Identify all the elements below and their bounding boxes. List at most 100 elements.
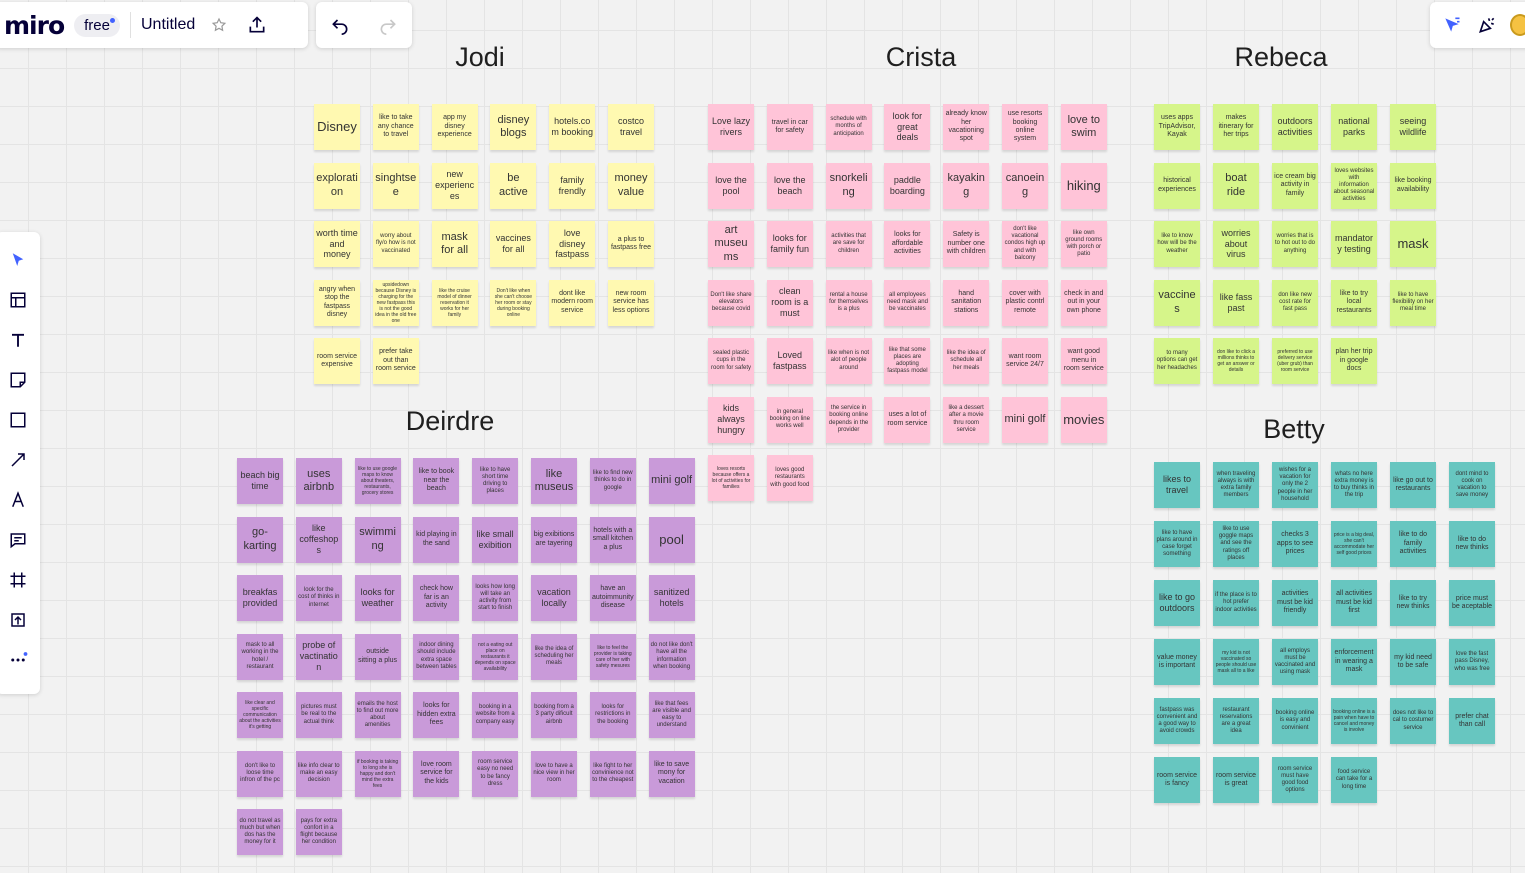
sticky-note[interactable]: makes itinerary for her trips bbox=[1213, 104, 1259, 150]
sticky-note[interactable]: love disney fastpass bbox=[549, 221, 596, 267]
sticky-note[interactable]: outdoors activities bbox=[1272, 104, 1318, 150]
sticky-note[interactable]: kid playing in the sand bbox=[413, 516, 460, 563]
sticky-note[interactable]: movies bbox=[1060, 396, 1107, 443]
connector-icon[interactable] bbox=[2, 444, 34, 476]
sticky-note[interactable]: like to save mony for vacation bbox=[648, 750, 695, 797]
sticky-note[interactable]: indoor dining should include extra space… bbox=[413, 633, 460, 680]
plan-badge[interactable]: free bbox=[74, 13, 120, 37]
sticky-note[interactable]: mandatory testing bbox=[1331, 221, 1377, 267]
sticky-note[interactable]: love room service for the kids bbox=[413, 750, 460, 797]
sticky-note[interactable]: be active bbox=[490, 162, 537, 209]
sticky-note[interactable]: food service can take for a long time bbox=[1331, 757, 1377, 803]
sticky-note[interactable]: don like to click a millions thinks to g… bbox=[1213, 338, 1259, 384]
sticky-note[interactable]: want room service 24/7 bbox=[1002, 338, 1048, 384]
sticky-note[interactable]: price must be aceptable bbox=[1449, 580, 1495, 626]
sticky-note[interactable]: do not like don't have all the informati… bbox=[648, 633, 695, 680]
cluster-title-crista[interactable]: Crista bbox=[886, 42, 957, 73]
sticky-note[interactable]: looks for weather bbox=[354, 575, 401, 621]
sticky-note[interactable]: like that some places are adopting fastp… bbox=[884, 338, 931, 384]
sticky-note[interactable]: probe of vactination bbox=[295, 633, 342, 680]
sticky-note[interactable]: have an autoimmunity disease bbox=[589, 575, 636, 621]
sticky-note[interactable]: love the fast pass Disney, who was free bbox=[1449, 639, 1495, 685]
sticky-note[interactable]: hand sanitation stations bbox=[943, 279, 990, 326]
sticky-note[interactable]: app my disney experience bbox=[431, 104, 478, 150]
cursor-icon[interactable] bbox=[2, 244, 34, 276]
sticky-note[interactable]: snorkeling bbox=[825, 162, 872, 209]
sticky-note[interactable]: to many options can get her headaches bbox=[1154, 338, 1200, 384]
sticky-note[interactable]: angry when stop the fastpass disney bbox=[314, 279, 360, 326]
sticky-note[interactable]: look for the cost of thinks in internet bbox=[295, 575, 342, 621]
board-title[interactable]: Untitled bbox=[141, 16, 195, 34]
sticky-note[interactable]: enforcement in wearing a mask bbox=[1331, 639, 1377, 685]
sticky-note[interactable]: like to have flexibility on her meal tim… bbox=[1390, 279, 1436, 326]
sticky-note[interactable]: like go out to restaurants bbox=[1390, 462, 1436, 508]
sticky-note[interactable]: price is a big deal, she can't accommoda… bbox=[1331, 521, 1377, 567]
sticky-note[interactable]: activities must be kid friendly bbox=[1272, 580, 1318, 626]
sticky-note[interactable]: art museums bbox=[708, 221, 754, 267]
sticky-note[interactable]: not a eating out place on restaurants it… bbox=[472, 633, 519, 680]
sticky-note[interactable]: restaurant reservations are a great idea bbox=[1213, 698, 1259, 744]
sticky-note[interactable]: like fight to her convinience not to the… bbox=[589, 750, 636, 797]
sticky-note[interactable]: money value bbox=[608, 162, 654, 209]
sticky-note[interactable]: Don't like when she can't choose her roo… bbox=[490, 279, 537, 326]
sticky-note[interactable]: go-karting bbox=[237, 516, 283, 563]
sticky-note[interactable]: whats no here extra money is to buy thin… bbox=[1331, 462, 1377, 508]
sticky-note[interactable]: dont mind to cook on vacation to save mo… bbox=[1449, 462, 1495, 508]
sticky-note[interactable]: use resorts booking online system bbox=[1002, 104, 1048, 150]
sticky-note[interactable]: a plus to fastpass free bbox=[608, 221, 654, 267]
sticky-note[interactable]: like a dessert after a movie thru room s… bbox=[943, 396, 990, 443]
sticky-note[interactable]: wishes for a vacation for only the 2 peo… bbox=[1272, 462, 1318, 508]
sticky-note[interactable]: like fass past bbox=[1213, 279, 1259, 326]
sticky-note[interactable]: activities that are save for children bbox=[825, 221, 872, 267]
sticky-note[interactable]: checks 3 apps to see prices bbox=[1272, 521, 1318, 567]
sticky-note[interactable]: uses apps TripAdvisor, Kayak bbox=[1154, 104, 1200, 150]
sticky-note[interactable]: room service is great bbox=[1213, 757, 1259, 803]
sticky-note-icon[interactable] bbox=[2, 364, 34, 396]
star-icon[interactable] bbox=[205, 11, 233, 39]
sticky-note[interactable]: booking online is a pain when have to ca… bbox=[1331, 698, 1377, 744]
sticky-note[interactable]: like to have plans around in case forget… bbox=[1154, 521, 1200, 567]
sticky-note[interactable]: emails the host to find out more about a… bbox=[354, 692, 401, 738]
sticky-note[interactable]: don like new cost rate for fast pass bbox=[1272, 279, 1318, 326]
sticky-note[interactable]: vacation locally bbox=[531, 575, 577, 621]
sticky-note[interactable]: looks for affordable activities bbox=[884, 221, 931, 267]
sticky-note[interactable]: love the beach bbox=[766, 162, 813, 209]
sticky-note[interactable]: costco travel bbox=[608, 104, 654, 150]
sticky-note[interactable]: looks for family fun bbox=[766, 221, 813, 267]
sticky-note[interactable]: worries that is to hot out to do anythin… bbox=[1272, 221, 1318, 267]
sticky-note[interactable]: like to book near the beach bbox=[413, 458, 460, 504]
sticky-note[interactable]: kids always hungry bbox=[708, 396, 754, 443]
sticky-note[interactable]: loves websites with information about se… bbox=[1331, 162, 1377, 209]
cluster-title-rebeca[interactable]: Rebeca bbox=[1234, 42, 1327, 73]
sticky-note[interactable]: check in and out in your own phone bbox=[1060, 279, 1107, 326]
sticky-note[interactable]: mini golf bbox=[648, 458, 695, 504]
sticky-note[interactable]: exploration bbox=[314, 162, 360, 209]
redo-icon[interactable] bbox=[374, 11, 402, 39]
sticky-note[interactable]: like the idea of schedule all her meals bbox=[943, 338, 990, 384]
sticky-note[interactable]: outside sitting a plus bbox=[354, 633, 401, 680]
sticky-note[interactable]: historical experiences bbox=[1154, 162, 1200, 209]
sticky-note[interactable]: value money is important bbox=[1154, 639, 1200, 685]
sticky-note[interactable]: if booking is taking to long she is happ… bbox=[354, 750, 401, 797]
sticky-note[interactable]: already know her vacationing spot bbox=[943, 104, 990, 150]
sticky-note[interactable]: looks for restrictions in the booking bbox=[589, 692, 636, 738]
sticky-note[interactable]: don't like vacational condos high up and… bbox=[1002, 221, 1048, 267]
miro-logo[interactable]: miro bbox=[4, 11, 65, 40]
sticky-note[interactable]: singhtsee bbox=[372, 162, 419, 209]
sticky-note[interactable]: disney blogs bbox=[490, 104, 537, 150]
sticky-note[interactable]: cover with plastic contrl remote bbox=[1002, 279, 1048, 326]
sticky-note[interactable]: upsidedown because Disney is charging fo… bbox=[372, 279, 419, 326]
sticky-note[interactable]: room service must have good food options bbox=[1272, 757, 1318, 803]
sticky-note[interactable]: mask bbox=[1390, 221, 1436, 267]
sticky-note[interactable]: beach big time bbox=[237, 458, 283, 504]
sticky-note[interactable]: sanitized hotels bbox=[648, 575, 695, 621]
comment-icon[interactable] bbox=[2, 524, 34, 556]
sticky-note[interactable]: like to try local restaurants bbox=[1331, 279, 1377, 326]
sticky-note[interactable]: ice cream big activity in family bbox=[1272, 162, 1318, 209]
sticky-note[interactable]: schedule with months of anticipation bbox=[825, 104, 872, 150]
sticky-note[interactable]: does not like to cal to costumer service bbox=[1390, 698, 1436, 744]
sticky-note[interactable]: like to try new thinks bbox=[1390, 580, 1436, 626]
sticky-note[interactable]: all activities must be kid first bbox=[1331, 580, 1377, 626]
sticky-note[interactable]: kayaking bbox=[943, 162, 990, 209]
sticky-note[interactable]: all employees need mask and be vaccinate… bbox=[884, 279, 931, 326]
